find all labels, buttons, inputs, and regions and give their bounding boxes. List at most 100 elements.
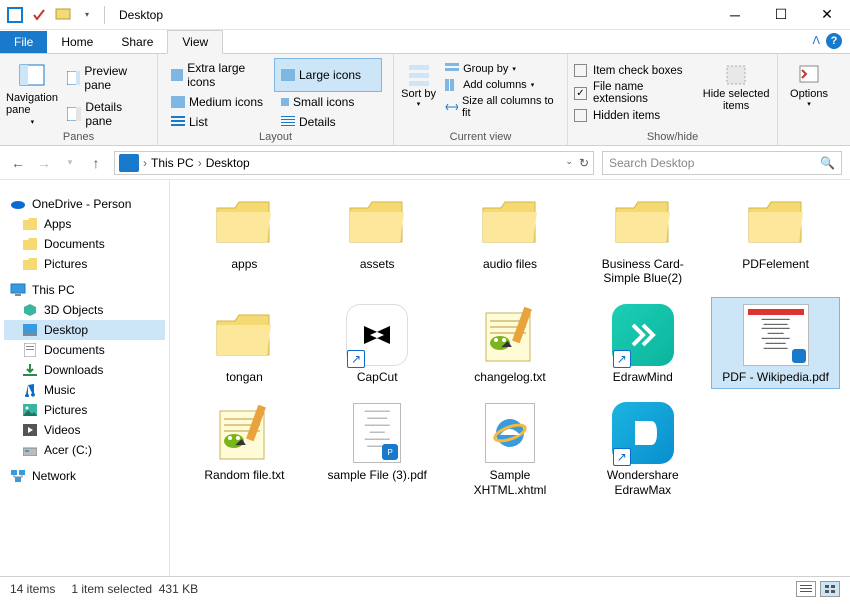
options-button[interactable]: Options▾ bbox=[784, 58, 834, 108]
file-item[interactable]: Random file.txt bbox=[180, 395, 309, 502]
file-icon bbox=[337, 189, 417, 255]
minimize-button[interactable]: ─ bbox=[712, 0, 758, 30]
help-icon[interactable]: ? bbox=[826, 33, 842, 49]
file-item[interactable]: ↗ EdrawMind bbox=[578, 297, 707, 389]
file-item[interactable]: tongan bbox=[180, 297, 309, 389]
sidebar-3d-objects[interactable]: 3D Objects bbox=[4, 300, 165, 320]
file-icon bbox=[470, 189, 550, 255]
status-item-count: 14 items bbox=[10, 582, 55, 596]
tab-home[interactable]: Home bbox=[47, 31, 107, 53]
file-item[interactable]: assets bbox=[313, 184, 442, 291]
file-icon: ↗ bbox=[603, 302, 683, 368]
search-placeholder: Search Desktop bbox=[609, 156, 694, 170]
preview-pane-button[interactable]: Preview pane bbox=[63, 62, 151, 94]
sidebar-acer-drive[interactable]: Acer (C:) bbox=[4, 440, 165, 460]
qat-chevron-icon[interactable]: ▾ bbox=[76, 4, 98, 26]
file-label: assets bbox=[360, 257, 395, 271]
sidebar-music[interactable]: Music bbox=[4, 380, 165, 400]
sidebar-desktop[interactable]: Desktop bbox=[4, 320, 165, 340]
file-item[interactable]: apps bbox=[180, 184, 309, 291]
file-item[interactable]: Sample XHTML.xhtml bbox=[446, 395, 575, 502]
file-label: apps bbox=[231, 257, 257, 271]
sidebar-documents-pc[interactable]: Documents bbox=[4, 340, 165, 360]
file-icon bbox=[603, 189, 683, 255]
file-item[interactable]: ▬▬▬▬▬▬▬▬▬▬▬▬▬▬▬▬▬▬▬▬▬▬▬▬▬▬▬▬▬▬▬▬▬▬▬▬▬▬▬▬… bbox=[711, 297, 840, 389]
qat-dropdown-icon[interactable] bbox=[52, 4, 74, 26]
sidebar-pictures-pc[interactable]: Pictures bbox=[4, 400, 165, 420]
layout-medium[interactable]: Medium icons bbox=[164, 92, 272, 112]
tab-file[interactable]: File bbox=[0, 31, 47, 53]
view-details-toggle[interactable] bbox=[796, 581, 816, 597]
file-item[interactable]: ↗Wondershare EdrawMax bbox=[578, 395, 707, 502]
close-button[interactable]: ✕ bbox=[804, 0, 850, 30]
file-item[interactable]: Business Card-Simple Blue(2) bbox=[578, 184, 707, 291]
up-button[interactable]: ↑ bbox=[86, 153, 106, 173]
search-input[interactable]: Search Desktop 🔍 bbox=[602, 151, 842, 175]
recent-dropdown[interactable]: ▾ bbox=[60, 153, 80, 173]
tab-view[interactable]: View bbox=[167, 30, 223, 54]
file-label: CapCut bbox=[357, 370, 398, 384]
qat-properties-icon[interactable] bbox=[28, 4, 50, 26]
file-icon: ▬▬▬▬▬▬▬▬▬▬▬▬▬▬▬▬▬▬▬▬▬▬▬▬▬▬▬▬▬▬▬▬▬▬▬▬▬▬▬▬… bbox=[736, 302, 816, 368]
sidebar-apps[interactable]: Apps bbox=[4, 214, 165, 234]
sidebar-documents[interactable]: Documents bbox=[4, 234, 165, 254]
ribbon: Navigation pane ▾ Preview pane Details p… bbox=[0, 54, 850, 146]
sidebar-videos[interactable]: Videos bbox=[4, 420, 165, 440]
status-selection: 1 item selected 431 KB bbox=[71, 582, 198, 596]
back-button[interactable]: ← bbox=[8, 153, 28, 173]
item-checkboxes-toggle[interactable]: Item check boxes bbox=[574, 64, 701, 77]
layout-list[interactable]: List bbox=[164, 112, 272, 132]
file-item[interactable]: changelog.txt bbox=[446, 297, 575, 389]
sidebar-network[interactable]: Network bbox=[4, 466, 165, 486]
size-columns-button[interactable]: Size all columns to fit bbox=[441, 94, 561, 120]
layout-extra-large[interactable]: Extra large icons bbox=[164, 58, 272, 92]
titlebar: ▾ Desktop ─ ☐ ✕ bbox=[0, 0, 850, 30]
file-label: tongan bbox=[226, 370, 263, 384]
file-extensions-toggle[interactable]: File name extensions bbox=[574, 81, 701, 105]
file-icon bbox=[470, 302, 550, 368]
maximize-button[interactable]: ☐ bbox=[758, 0, 804, 30]
file-label: EdrawMind bbox=[613, 370, 673, 384]
ribbon-tabs: File Home Share View ᐱ ? bbox=[0, 30, 850, 54]
group-by-button[interactable]: Group by ▾ bbox=[441, 62, 561, 76]
refresh-icon[interactable]: ↻ bbox=[579, 156, 589, 170]
navigation-tree: OneDrive - Person Apps Documents Picture… bbox=[0, 180, 170, 576]
search-icon: 🔍 bbox=[820, 156, 835, 170]
add-columns-button[interactable]: Add columns ▾ bbox=[441, 78, 561, 92]
sidebar-this-pc[interactable]: This PC bbox=[4, 280, 165, 300]
hidden-items-toggle[interactable]: Hidden items bbox=[574, 109, 701, 122]
sidebar-pictures[interactable]: Pictures bbox=[4, 254, 165, 274]
layout-details[interactable]: Details bbox=[274, 112, 382, 132]
forward-button[interactable]: → bbox=[34, 153, 54, 173]
layout-large[interactable]: Large icons bbox=[274, 58, 382, 92]
breadcrumb-root[interactable]: This PC bbox=[151, 156, 194, 170]
sidebar-downloads[interactable]: Downloads bbox=[4, 360, 165, 380]
hide-selected-button[interactable]: Hide selected items bbox=[701, 58, 771, 112]
file-item[interactable]: ▬▬▬▬▬▬▬▬▬▬▬▬▬▬▬▬▬▬▬▬▬▬▬▬▬▬Psample File (… bbox=[313, 395, 442, 502]
file-icon bbox=[204, 400, 284, 466]
file-label: Random file.txt bbox=[204, 468, 284, 482]
file-label: sample File (3).pdf bbox=[328, 468, 427, 482]
view-icons-toggle[interactable] bbox=[820, 581, 840, 597]
layout-small[interactable]: Small icons bbox=[274, 92, 382, 112]
sidebar-onedrive[interactable]: OneDrive - Person bbox=[4, 194, 165, 214]
sort-by-button[interactable]: Sort by▾ bbox=[400, 58, 437, 108]
file-label: Wondershare EdrawMax bbox=[588, 468, 698, 497]
breadcrumb[interactable]: › This PC › Desktop ⌄ ↻ bbox=[114, 151, 594, 175]
file-item[interactable]: ↗ CapCut bbox=[313, 297, 442, 389]
file-label: Sample XHTML.xhtml bbox=[455, 468, 565, 497]
file-item[interactable]: audio files bbox=[446, 184, 575, 291]
details-pane-button[interactable]: Details pane bbox=[63, 98, 151, 130]
breadcrumb-current[interactable]: Desktop bbox=[206, 156, 250, 170]
file-icon bbox=[204, 189, 284, 255]
file-label: changelog.txt bbox=[474, 370, 545, 384]
file-icon bbox=[736, 189, 816, 255]
navigation-pane-button[interactable]: Navigation pane ▾ bbox=[6, 58, 59, 126]
panes-group-label: Panes bbox=[0, 131, 157, 143]
file-icon: ↗ bbox=[337, 302, 417, 368]
file-item[interactable]: PDFelement bbox=[711, 184, 840, 291]
file-list: apps assets audio filesBusiness Card-Simpl… bbox=[170, 180, 850, 576]
breadcrumb-dropdown-icon[interactable]: ⌄ bbox=[565, 156, 573, 170]
ribbon-collapse-icon[interactable]: ᐱ bbox=[812, 34, 820, 47]
tab-share[interactable]: Share bbox=[107, 31, 167, 53]
